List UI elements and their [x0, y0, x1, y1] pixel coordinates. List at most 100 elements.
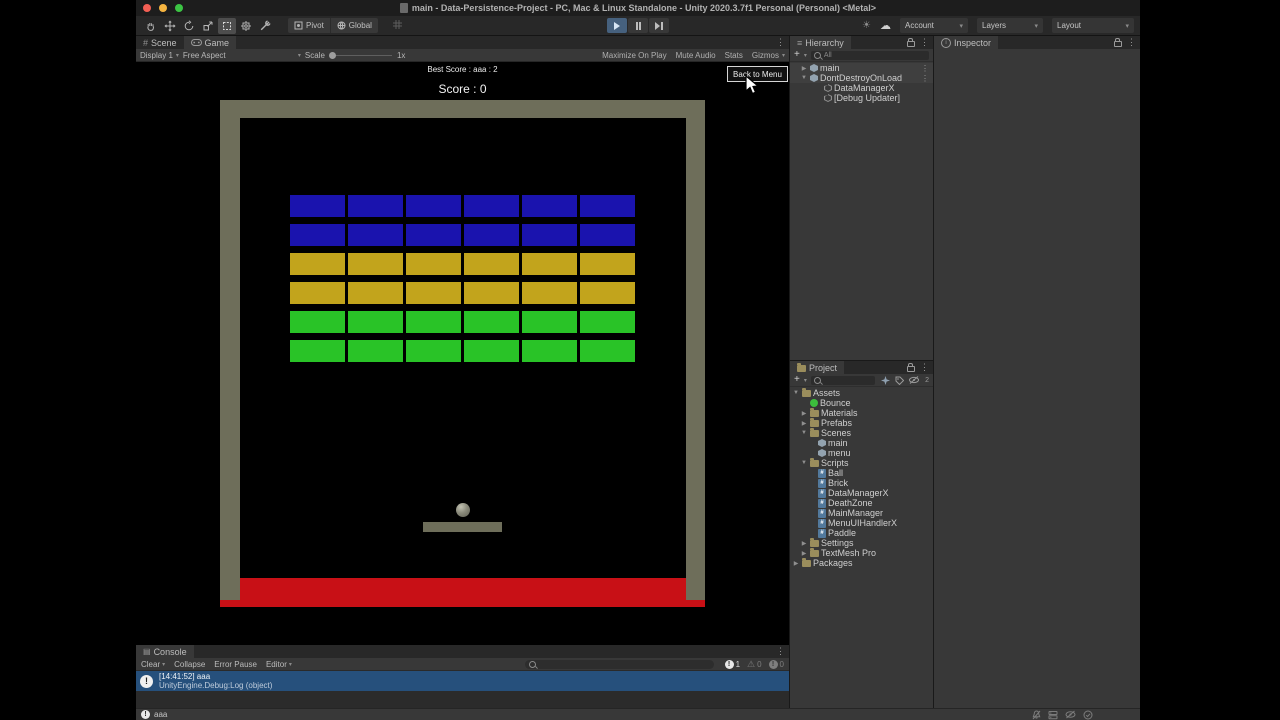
- status-info-icon[interactable]: !: [141, 710, 150, 719]
- grid-snapping-icon[interactable]: [392, 17, 403, 35]
- project-item-deathzone[interactable]: # DeathZone: [790, 498, 933, 508]
- project-item-datamanagerx[interactable]: # DataManagerX: [790, 488, 933, 498]
- item-menu-icon[interactable]: ⋮: [921, 74, 933, 83]
- tab-hierarchy[interactable]: ≡ Hierarchy: [790, 36, 851, 49]
- collapse-arrow-icon[interactable]: ▼: [800, 460, 808, 466]
- panel-menu-icon[interactable]: ⋮: [776, 38, 785, 47]
- cloud-services-icon[interactable]: ☁: [880, 19, 891, 32]
- tab-inspector[interactable]: i Inspector: [934, 36, 999, 49]
- panel-menu-icon[interactable]: ⋮: [920, 38, 929, 47]
- custom-tool-icon[interactable]: [256, 18, 274, 34]
- item-menu-icon[interactable]: ⋮: [921, 64, 933, 73]
- project-item-scripts[interactable]: ▼ Scripts: [790, 458, 933, 468]
- maximize-window-icon[interactable]: [175, 4, 183, 12]
- project-item-menuuihandlerx[interactable]: # MenuUIHandlerX: [790, 518, 933, 528]
- slider-knob[interactable]: [328, 51, 336, 59]
- create-button[interactable]: +: [794, 375, 800, 385]
- console-search-input[interactable]: [524, 659, 714, 669]
- expand-arrow-icon[interactable]: ▶: [800, 410, 808, 417]
- status-message[interactable]: aaa: [154, 710, 167, 719]
- error-pause-toggle[interactable]: Error Pause: [214, 660, 257, 669]
- move-tool-icon[interactable]: [161, 18, 179, 34]
- tab-console[interactable]: ▤ Console: [136, 645, 194, 658]
- lock-icon[interactable]: [907, 38, 915, 47]
- project-item-assets[interactable]: ▼ Assets: [790, 388, 933, 398]
- collapse-arrow-icon[interactable]: ▼: [792, 390, 800, 396]
- collapse-arrow-icon[interactable]: ▼: [800, 430, 808, 436]
- expand-arrow-icon[interactable]: ▶: [800, 550, 808, 557]
- project-item-main[interactable]: main: [790, 438, 933, 448]
- panel-menu-icon[interactable]: ⋮: [776, 647, 785, 656]
- global-button[interactable]: Global: [329, 18, 378, 33]
- scale-slider[interactable]: [328, 51, 392, 59]
- tab-game[interactable]: Game: [183, 36, 237, 49]
- warning-count[interactable]: ⚠ 0: [747, 659, 762, 669]
- minimize-window-icon[interactable]: [159, 4, 167, 12]
- search-by-label-icon[interactable]: [895, 376, 905, 385]
- close-window-icon[interactable]: [143, 4, 151, 12]
- layers-dropdown[interactable]: Layers ▾: [977, 18, 1043, 33]
- transform-tool-icon[interactable]: [237, 18, 255, 34]
- stats-toggle[interactable]: Stats: [725, 51, 743, 60]
- gizmos-dropdown[interactable]: Gizmos ▾: [752, 51, 785, 60]
- scale-tool-icon[interactable]: [199, 18, 217, 34]
- error-count[interactable]: ! 0: [768, 659, 784, 669]
- project-item-settings[interactable]: ▶ Settings: [790, 538, 933, 548]
- rect-tool-icon[interactable]: [218, 17, 236, 34]
- hierarchy-search-input[interactable]: All: [810, 50, 929, 60]
- pause-button[interactable]: [628, 18, 648, 33]
- create-button[interactable]: +: [794, 50, 800, 60]
- project-item-ball[interactable]: # Ball: [790, 468, 933, 478]
- project-item-menu[interactable]: menu: [790, 448, 933, 458]
- activity-icon[interactable]: ☀: [862, 20, 871, 31]
- project-item-mainmanager[interactable]: # MainManager: [790, 508, 933, 518]
- search-by-type-icon[interactable]: [881, 375, 891, 385]
- hand-tool-icon[interactable]: [142, 18, 160, 34]
- tab-project[interactable]: Project: [790, 361, 845, 374]
- progress-check-icon[interactable]: [1083, 710, 1093, 720]
- bell-icon[interactable]: [1032, 709, 1041, 720]
- cache-server-icon[interactable]: [1048, 710, 1058, 720]
- aspect-dropdown[interactable]: Free Aspect ▾: [183, 51, 301, 60]
- project-item-prefabs[interactable]: ▶ Prefabs: [790, 418, 933, 428]
- maximize-on-play-toggle[interactable]: Maximize On Play: [602, 51, 666, 60]
- mute-audio-toggle[interactable]: Mute Audio: [676, 51, 716, 60]
- account-dropdown[interactable]: Account ▾: [900, 18, 968, 33]
- panel-menu-icon[interactable]: ⋮: [1127, 38, 1136, 47]
- expand-arrow-icon[interactable]: ▶: [800, 420, 808, 427]
- project-item-materials[interactable]: ▶ Materials: [790, 408, 933, 418]
- hierarchy-item-datamanagerx[interactable]: DataManagerX: [790, 83, 933, 93]
- project-item-bounce[interactable]: Bounce: [790, 398, 933, 408]
- project-item-textmesh-pro[interactable]: ▶ TextMesh Pro: [790, 548, 933, 558]
- clear-button[interactable]: Clear ▾: [141, 660, 165, 669]
- collapse-toggle[interactable]: Collapse: [174, 660, 205, 669]
- expand-arrow-icon[interactable]: ▶: [792, 560, 800, 567]
- tab-scene[interactable]: # Scene: [136, 36, 184, 49]
- rotate-tool-icon[interactable]: [180, 18, 198, 34]
- hierarchy-item-debug-updater[interactable]: [Debug Updater]: [790, 93, 933, 103]
- panel-menu-icon[interactable]: ⋮: [920, 363, 929, 372]
- hierarchy-item-dontdestroyonload[interactable]: ▼ DontDestroyOnLoad ⋮: [790, 73, 933, 83]
- expand-arrow-icon[interactable]: ▶: [800, 540, 808, 547]
- project-item-brick[interactable]: # Brick: [790, 478, 933, 488]
- lock-icon[interactable]: [907, 363, 915, 372]
- project-item-packages[interactable]: ▶ Packages: [790, 558, 933, 568]
- expand-arrow-icon[interactable]: ▶: [800, 65, 808, 72]
- hidden-packages-icon[interactable]: [909, 376, 920, 384]
- layout-dropdown[interactable]: Layout ▾: [1052, 18, 1134, 33]
- item-label: MainManager: [828, 508, 884, 518]
- pivot-button[interactable]: Pivot: [288, 18, 330, 33]
- eye-hidden-icon[interactable]: [1065, 710, 1076, 719]
- lock-icon[interactable]: [1114, 38, 1122, 47]
- project-search-input[interactable]: [810, 375, 876, 385]
- editor-dropdown[interactable]: Editor ▾: [266, 660, 292, 669]
- step-button[interactable]: [649, 18, 669, 33]
- log-entry-selected[interactable]: ! [14:41:52] aaa UnityEngine.Debug:Log (…: [136, 671, 789, 691]
- project-item-paddle[interactable]: # Paddle: [790, 528, 933, 538]
- project-item-scenes[interactable]: ▼ Scenes: [790, 428, 933, 438]
- collapse-arrow-icon[interactable]: ▼: [800, 75, 808, 81]
- display-dropdown[interactable]: Display 1 ▾: [140, 51, 179, 60]
- hierarchy-item-main[interactable]: ▶ main ⋮: [790, 63, 933, 73]
- play-button[interactable]: [607, 18, 627, 33]
- info-count[interactable]: ! 1: [724, 659, 740, 669]
